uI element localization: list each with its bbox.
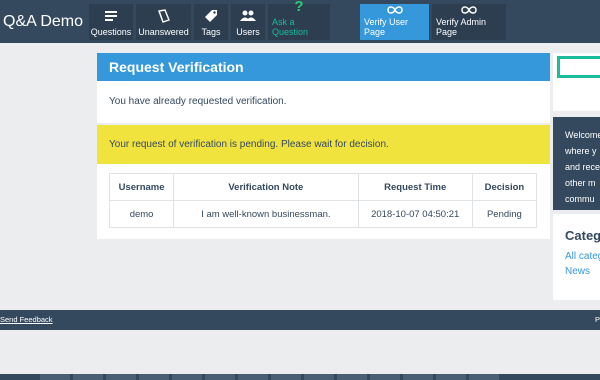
status-message: You have already requested verification. [97,81,550,123]
users-icon [240,7,256,25]
cell-username: demo [108,200,175,228]
page-title: Request Verification [97,53,550,81]
welcome-line: other m [565,178,596,188]
infinity-icon [386,4,403,15]
list-icon [105,7,117,25]
taskbar-item[interactable] [436,374,466,380]
nav-tags-label: Tags [201,27,221,37]
table-row: demo I am well-known businessman. 2018-1… [108,200,538,228]
header-username: Username [108,173,175,201]
infinity-icon [461,4,477,15]
taskbar-item[interactable] [139,374,169,380]
nav-questions[interactable]: Questions [89,4,133,40]
nav-unanswered[interactable]: Unanswered [136,4,191,40]
taskbar-item[interactable] [40,374,70,380]
taskbar-item[interactable] [238,374,268,380]
cell-time: 2018-10-07 04:50:21 [357,200,473,228]
nav-users-label: Users [236,27,260,37]
cell-note: I am well-known businessman. [173,200,359,228]
sidebar-search-box [553,53,600,111]
category-link-all[interactable]: All categ [565,251,600,262]
search-input[interactable] [557,56,600,78]
taskbar-item[interactable] [205,374,235,380]
taskbar-item[interactable] [73,374,103,380]
request-table-container: Username Verification Note Request Time … [97,164,550,239]
nav-verify-user-label: Verify User Page [364,17,409,37]
taskbar-item[interactable] [469,374,499,380]
top-navbar: Q&A Demo Questions Unanswered Tags Users [0,0,600,43]
send-feedback-link[interactable]: Send Feedback [0,315,53,324]
pending-alert: Your request of verification is pending.… [97,125,550,164]
nav-unanswered-label: Unanswered [138,27,189,37]
nav-verify-admin[interactable]: Verify Admin Page [432,4,506,40]
nav-tags[interactable]: Tags [194,4,228,40]
taskbar-item[interactable] [172,374,202,380]
verification-panel: Request Verification You have already re… [97,53,550,239]
header-decision: Decision [471,173,538,201]
nav-questions-label: Questions [90,27,132,37]
taskbar-item[interactable] [403,374,433,380]
nav-users[interactable]: Users [231,4,265,40]
taskbar-strip [0,374,600,380]
header-note: Verification Note [173,173,359,201]
sidebar-categories: Categ All categ News [553,214,600,300]
welcome-line: commu [565,194,595,204]
header-time: Request Time [357,173,473,201]
taskbar-item[interactable] [271,374,301,380]
request-table: Username Verification Note Request Time … [108,173,538,228]
verify-nav: Verify User Page Verify Admin Page [360,4,506,40]
taskbar-item[interactable] [304,374,334,380]
nav-verify-admin-label: Verify Admin Page [436,17,487,37]
nav-ask-question[interactable]: ? Ask a Question [268,0,330,40]
taskbar-item[interactable] [370,374,400,380]
nav-ask-label: Ask a Question [272,17,309,37]
welcome-line: where y [565,146,597,156]
tag-icon [204,7,218,25]
welcome-line: and rece [565,162,600,172]
footer-right-text: P [594,315,600,324]
welcome-line: Welcome [565,130,600,140]
footer: Send Feedback P [0,310,600,330]
question-icon: ? [294,0,304,15]
main-nav: Questions Unanswered Tags Users ? Ask a … [89,0,330,40]
book-icon [157,7,171,25]
cell-decision: Pending [471,200,538,228]
nav-verify-user[interactable]: Verify User Page [360,4,429,40]
taskbar-item[interactable] [337,374,367,380]
sidebar-welcome: Welcome where y and rece other m commu [553,117,600,210]
category-link-news[interactable]: News [565,266,600,277]
categories-title: Categ [565,228,600,243]
table-header-row: Username Verification Note Request Time … [108,173,538,201]
site-brand[interactable]: Q&A Demo [0,0,86,43]
taskbar-item[interactable] [106,374,136,380]
